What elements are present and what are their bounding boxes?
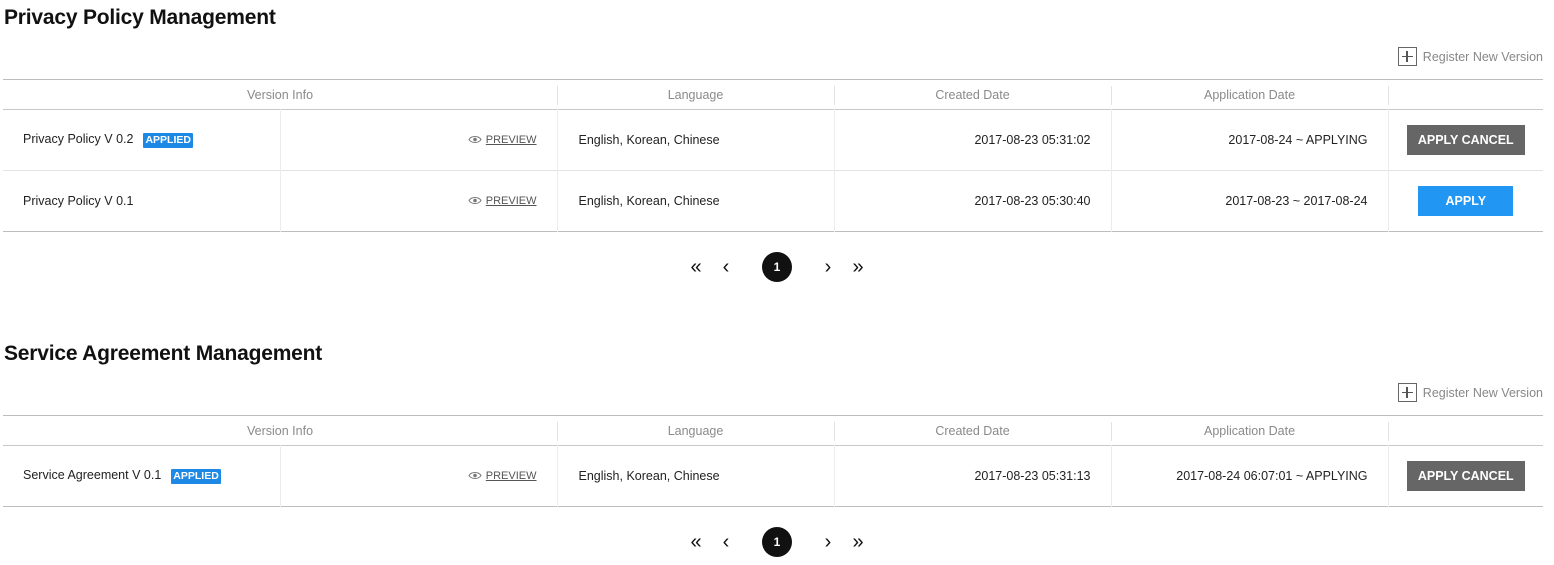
double-chevron-left-icon[interactable]: « bbox=[681, 252, 711, 282]
header-action bbox=[1388, 80, 1543, 110]
header-version-info: Version Info bbox=[247, 87, 314, 102]
created-date-cell: 2017-08-23 05:31:02 bbox=[833, 109, 1112, 171]
application-date-cell: 2017-08-24 06:07:01 ~ APPLYING bbox=[1110, 445, 1389, 507]
version-name: Privacy Policy V 0.2 bbox=[23, 132, 134, 146]
plus-square-icon bbox=[1397, 47, 1417, 66]
header-language: Language bbox=[557, 80, 834, 110]
preview-link[interactable]: PREVIEW bbox=[468, 134, 537, 146]
header-action bbox=[1388, 416, 1543, 446]
register-new-version-label: Register New Version bbox=[1422, 49, 1543, 64]
action-cell: APPLY bbox=[1387, 170, 1544, 232]
header-created-date: Created Date bbox=[834, 416, 1111, 446]
created-date-cell: 2017-08-23 05:31:13 bbox=[833, 445, 1112, 507]
table-header-row: Version Info Language Created Date Appli… bbox=[3, 415, 1544, 446]
applied-badge: APPLIED bbox=[143, 133, 193, 148]
action-cell: APPLY CANCEL bbox=[1387, 109, 1544, 171]
eye-icon bbox=[468, 136, 482, 143]
preview-link[interactable]: PREVIEW bbox=[468, 195, 537, 207]
preview-label: PREVIEW bbox=[485, 133, 537, 146]
language-cell: English, Korean, Chinese bbox=[556, 170, 835, 232]
preview-link[interactable]: PREVIEW bbox=[468, 470, 537, 482]
register-new-version-button[interactable]: Register New Version bbox=[1397, 383, 1543, 402]
page-number-current[interactable]: 1 bbox=[762, 527, 792, 557]
double-chevron-right-icon[interactable]: » bbox=[843, 252, 873, 282]
chevron-left-icon[interactable]: ‹ bbox=[711, 527, 741, 557]
double-chevron-left-icon[interactable]: « bbox=[681, 527, 711, 557]
service-agreement-table: Version Info Language Created Date Appli… bbox=[3, 415, 1544, 507]
table-row: Privacy Policy V 0.1 PREVIEW English, Ko… bbox=[3, 170, 1544, 232]
double-chevron-right-icon[interactable]: » bbox=[843, 527, 873, 557]
register-new-version-label: Register New Version bbox=[1422, 385, 1543, 400]
table-row: Service Agreement V 0.1 APPLIED PREVIEW E… bbox=[3, 445, 1544, 507]
pagination: « ‹ 1 › » bbox=[0, 252, 1554, 282]
version-name: Service Agreement V 0.1 bbox=[23, 468, 162, 482]
version-cell: Privacy Policy V 0.1 bbox=[3, 171, 280, 232]
eye-icon bbox=[468, 472, 482, 479]
table-header-row: Version Info Language Created Date Appli… bbox=[3, 79, 1544, 110]
version-name: Privacy Policy V 0.1 bbox=[23, 194, 134, 208]
created-date-cell: 2017-08-23 05:30:40 bbox=[833, 170, 1112, 232]
chevron-left-icon[interactable]: ‹ bbox=[711, 252, 741, 282]
version-cell: Privacy Policy V 0.2 APPLIED bbox=[3, 110, 280, 171]
application-date-cell: 2017-08-23 ~ 2017-08-24 bbox=[1110, 170, 1389, 232]
header-language: Language bbox=[557, 416, 834, 446]
preview-label: PREVIEW bbox=[485, 469, 537, 482]
applied-badge: APPLIED bbox=[171, 469, 221, 484]
plus-square-icon bbox=[1397, 383, 1417, 402]
apply-cancel-button[interactable]: APPLY CANCEL bbox=[1406, 461, 1525, 491]
page-title: Privacy Policy Management bbox=[4, 6, 276, 29]
apply-button[interactable]: APPLY bbox=[1418, 186, 1514, 216]
page-title: Service Agreement Management bbox=[4, 342, 323, 365]
header-created-date: Created Date bbox=[834, 80, 1111, 110]
chevron-right-icon[interactable]: › bbox=[813, 252, 843, 282]
pagination: « ‹ 1 › » bbox=[0, 527, 1554, 557]
preview-cell: PREVIEW bbox=[279, 445, 558, 507]
language-cell: English, Korean, Chinese bbox=[556, 445, 835, 507]
table-row: Privacy Policy V 0.2 APPLIED PREVIEW Engl… bbox=[3, 109, 1544, 171]
preview-cell: PREVIEW bbox=[279, 170, 558, 232]
apply-cancel-button[interactable]: APPLY CANCEL bbox=[1406, 125, 1525, 155]
action-cell: APPLY CANCEL bbox=[1387, 445, 1544, 507]
application-date-cell: 2017-08-24 ~ APPLYING bbox=[1110, 109, 1389, 171]
header-application-date: Application Date bbox=[1111, 80, 1388, 110]
preview-cell: PREVIEW bbox=[279, 109, 558, 171]
header-application-date: Application Date bbox=[1111, 416, 1388, 446]
chevron-right-icon[interactable]: › bbox=[813, 527, 843, 557]
preview-label: PREVIEW bbox=[485, 194, 537, 207]
language-cell: English, Korean, Chinese bbox=[556, 109, 835, 171]
privacy-policy-table: Version Info Language Created Date Appli… bbox=[3, 79, 1544, 232]
header-version-info: Version Info bbox=[247, 423, 314, 438]
register-new-version-button[interactable]: Register New Version bbox=[1397, 47, 1543, 66]
page-number-current[interactable]: 1 bbox=[762, 252, 792, 282]
version-cell: Service Agreement V 0.1 APPLIED bbox=[3, 446, 280, 507]
eye-icon bbox=[468, 197, 482, 204]
